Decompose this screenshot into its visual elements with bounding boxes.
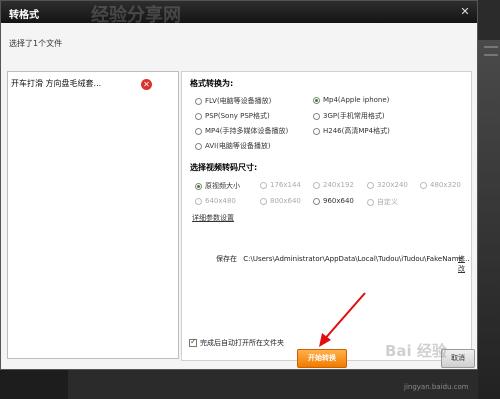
baidu-url-watermark: jingyan.baidu.com: [404, 383, 469, 391]
radio-icon: [313, 181, 320, 189]
selected-count-label: 选择了1个文件: [9, 39, 63, 48]
format-option-flv[interactable]: FLV(电脑等设备播放): [195, 96, 271, 106]
red-arrow-icon: [319, 292, 366, 347]
resolution-option-480x320[interactable]: 480x320: [420, 181, 461, 189]
change-location-link[interactable]: 修改: [458, 254, 471, 274]
radio-checked-icon: [313, 96, 320, 104]
resolution-option-640x480[interactable]: 640x480: [195, 197, 236, 205]
close-icon[interactable]: ✕: [459, 6, 471, 18]
file-name: 开车打滑 方向盘毛绒套...: [11, 79, 102, 88]
open-folder-checkbox[interactable]: 完成后自动打开所在文件夹: [189, 337, 284, 348]
dialog-title: 转格式: [9, 10, 39, 21]
resolution-option-custom[interactable]: 自定义: [367, 197, 398, 207]
app-background-side: [478, 40, 500, 399]
resolution-option-176x144[interactable]: 176x144: [260, 181, 301, 189]
radio-icon: [260, 197, 267, 205]
format-option-mp4-handheld[interactable]: MP4(手持多媒体设备播放): [195, 126, 288, 136]
radio-checked-icon: [195, 182, 202, 190]
radio-icon: [313, 127, 320, 135]
radio-icon: [313, 197, 320, 205]
resolution-option-240x192[interactable]: 240x192: [313, 181, 354, 189]
open-folder-label: 完成后自动打开所在文件夹: [200, 339, 284, 347]
format-option-mp4-iphone[interactable]: Mp4(Apple iphone): [313, 96, 389, 104]
baidu-watermark: Bai 经验: [385, 342, 447, 360]
format-option-h246[interactable]: H246(高清MP4格式): [313, 126, 390, 136]
checkbox-checked-icon: [189, 337, 197, 347]
resolution-section-title: 选择视频转码尺寸:: [190, 163, 258, 172]
remove-icon[interactable]: ✕: [141, 79, 152, 90]
file-list: 开车打滑 方向盘毛绒套... ✕: [7, 71, 179, 359]
radio-icon: [313, 112, 320, 120]
radio-icon: [367, 181, 374, 189]
format-option-psp[interactable]: PSP(Sony PSP格式): [195, 111, 270, 121]
convert-format-dialog: 转格式 经验分享网 ✕ 选择了1个文件 开车打滑 方向盘毛绒套... ✕ 格式转…: [0, 0, 478, 370]
radio-icon: [195, 112, 202, 120]
save-label: 保存在: [216, 255, 237, 263]
format-option-3gp[interactable]: 3GP(手机常用格式): [313, 111, 385, 121]
format-option-avi[interactable]: AVI(电脑等设备播放): [195, 141, 271, 151]
radio-icon: [195, 142, 202, 150]
resolution-option-960x640[interactable]: 960x640: [313, 197, 354, 205]
list-item[interactable]: 开车打滑 方向盘毛绒套... ✕: [8, 72, 178, 92]
radio-icon: [260, 181, 267, 189]
advanced-settings-link[interactable]: 详细参数设置: [192, 213, 234, 223]
app-background-bottom: [0, 370, 68, 399]
save-location: 保存在 C:\Users\Administrator\AppData\Local…: [216, 254, 470, 264]
resolution-option-800x640[interactable]: 800x640: [260, 197, 301, 205]
resolution-option-320x240[interactable]: 320x240: [367, 181, 408, 189]
watermark-text: 经验分享网: [91, 5, 181, 26]
radio-icon: [195, 97, 202, 105]
start-convert-button[interactable]: 开始转换: [297, 349, 347, 368]
radio-icon: [367, 198, 374, 206]
format-section-title: 格式转换为:: [190, 79, 234, 88]
radio-icon: [195, 127, 202, 135]
radio-icon: [195, 197, 202, 205]
radio-icon: [420, 181, 427, 189]
dialog-titlebar: 转格式 经验分享网 ✕: [1, 1, 477, 26]
save-path: C:\Users\Administrator\AppData\Local\Tud…: [243, 255, 470, 263]
resolution-option-original[interactable]: 原视频大小: [195, 181, 240, 191]
